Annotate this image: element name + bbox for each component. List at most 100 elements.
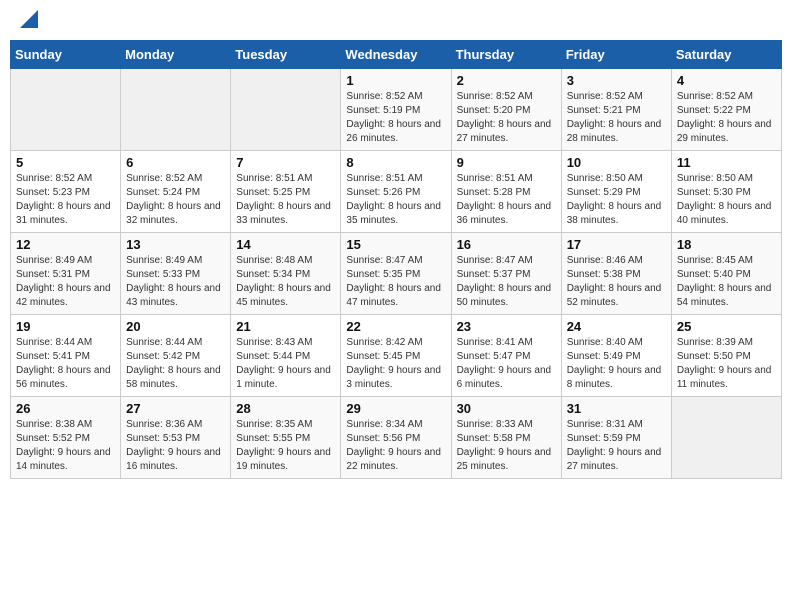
day-info: Sunrise: 8:52 AMSunset: 5:20 PMDaylight:… [457,90,556,146]
day-number: 25 [677,319,776,334]
day-info: Sunrise: 8:43 AMSunset: 5:44 PMDaylight:… [236,336,335,392]
day-info: Sunrise: 8:44 AMSunset: 5:42 PMDaylight:… [126,336,225,392]
calendar-table: SundayMondayTuesdayWednesdayThursdayFrid… [10,40,782,479]
calendar-week-row: 5 Sunrise: 8:52 AMSunset: 5:23 PMDaylight… [11,151,782,233]
day-info: Sunrise: 8:45 AMSunset: 5:40 PMDaylight:… [677,254,776,310]
header-sunday: Sunday [11,41,121,69]
day-number: 16 [457,237,556,252]
day-info: Sunrise: 8:52 AMSunset: 5:21 PMDaylight:… [567,90,666,146]
calendar-cell: 22 Sunrise: 8:42 AMSunset: 5:45 PMDayligh… [341,315,451,397]
calendar-cell: 21 Sunrise: 8:43 AMSunset: 5:44 PMDayligh… [231,315,341,397]
calendar-cell: 31Sunrise: 8:31 AMSunset: 5:59 PMDayligh… [561,397,671,479]
logo-triangle-icon [20,10,38,28]
day-number: 21 [236,319,335,334]
day-number: 1 [346,73,445,88]
day-info: Sunrise: 8:38 AMSunset: 5:52 PMDaylight:… [16,418,115,474]
calendar-cell: 19Sunrise: 8:44 AMSunset: 5:41 PMDayligh… [11,315,121,397]
calendar-cell [121,69,231,151]
day-number: 5 [16,155,115,170]
calendar-cell: 18 Sunrise: 8:45 AMSunset: 5:40 PMDayligh… [671,233,781,315]
calendar-header-row: SundayMondayTuesdayWednesdayThursdayFrid… [11,41,782,69]
day-info: Sunrise: 8:40 AMSunset: 5:49 PMDaylight:… [567,336,666,392]
calendar-cell: 6 Sunrise: 8:52 AMSunset: 5:24 PMDaylight… [121,151,231,233]
calendar-cell [231,69,341,151]
calendar-week-row: 12Sunrise: 8:49 AMSunset: 5:31 PMDayligh… [11,233,782,315]
calendar-week-row: 1 Sunrise: 8:52 AMSunset: 5:19 PMDaylight… [11,69,782,151]
calendar-cell: 12Sunrise: 8:49 AMSunset: 5:31 PMDayligh… [11,233,121,315]
calendar-cell: 14Sunrise: 8:48 AMSunset: 5:34 PMDayligh… [231,233,341,315]
calendar-cell: 4 Sunrise: 8:52 AMSunset: 5:22 PMDaylight… [671,69,781,151]
day-info: Sunrise: 8:50 AMSunset: 5:30 PMDaylight:… [677,172,776,228]
calendar-cell: 1 Sunrise: 8:52 AMSunset: 5:19 PMDaylight… [341,69,451,151]
calendar-cell: 20Sunrise: 8:44 AMSunset: 5:42 PMDayligh… [121,315,231,397]
day-number: 9 [457,155,556,170]
calendar-cell: 3 Sunrise: 8:52 AMSunset: 5:21 PMDaylight… [561,69,671,151]
calendar-cell: 7 Sunrise: 8:51 AMSunset: 5:25 PMDaylight… [231,151,341,233]
day-info: Sunrise: 8:49 AMSunset: 5:33 PMDaylight:… [126,254,225,310]
day-info: Sunrise: 8:35 AMSunset: 5:55 PMDaylight:… [236,418,335,474]
day-number: 26 [16,401,115,416]
day-number: 29 [346,401,445,416]
day-number: 17 [567,237,666,252]
day-number: 4 [677,73,776,88]
day-info: Sunrise: 8:52 AMSunset: 5:24 PMDaylight:… [126,172,225,228]
day-info: Sunrise: 8:41 AMSunset: 5:47 PMDaylight:… [457,336,556,392]
header-friday: Friday [561,41,671,69]
calendar-cell: 5 Sunrise: 8:52 AMSunset: 5:23 PMDaylight… [11,151,121,233]
header-monday: Monday [121,41,231,69]
day-number: 13 [126,237,225,252]
day-number: 3 [567,73,666,88]
day-info: Sunrise: 8:33 AMSunset: 5:58 PMDaylight:… [457,418,556,474]
calendar-cell: 27Sunrise: 8:36 AMSunset: 5:53 PMDayligh… [121,397,231,479]
calendar-cell: 29 Sunrise: 8:34 AMSunset: 5:56 PMDayligh… [341,397,451,479]
day-number: 12 [16,237,115,252]
day-info: Sunrise: 8:47 AMSunset: 5:35 PMDaylight:… [346,254,445,310]
calendar-cell: 23 Sunrise: 8:41 AMSunset: 5:47 PMDayligh… [451,315,561,397]
calendar-cell: 15Sunrise: 8:47 AMSunset: 5:35 PMDayligh… [341,233,451,315]
day-number: 22 [346,319,445,334]
day-number: 18 [677,237,776,252]
day-number: 2 [457,73,556,88]
day-info: Sunrise: 8:52 AMSunset: 5:22 PMDaylight:… [677,90,776,146]
calendar-cell: 25Sunrise: 8:39 AMSunset: 5:50 PMDayligh… [671,315,781,397]
calendar-cell: 26 Sunrise: 8:38 AMSunset: 5:52 PMDayligh… [11,397,121,479]
calendar-cell: 28 Sunrise: 8:35 AMSunset: 5:55 PMDayligh… [231,397,341,479]
day-info: Sunrise: 8:42 AMSunset: 5:45 PMDaylight:… [346,336,445,392]
calendar-cell: 16 Sunrise: 8:47 AMSunset: 5:37 PMDayligh… [451,233,561,315]
header-tuesday: Tuesday [231,41,341,69]
day-info: Sunrise: 8:48 AMSunset: 5:34 PMDaylight:… [236,254,335,310]
day-info: Sunrise: 8:50 AMSunset: 5:29 PMDaylight:… [567,172,666,228]
day-number: 24 [567,319,666,334]
calendar-week-row: 19Sunrise: 8:44 AMSunset: 5:41 PMDayligh… [11,315,782,397]
calendar-cell: 24 Sunrise: 8:40 AMSunset: 5:49 PMDayligh… [561,315,671,397]
day-number: 10 [567,155,666,170]
day-info: Sunrise: 8:44 AMSunset: 5:41 PMDaylight:… [16,336,115,392]
calendar-week-row: 26 Sunrise: 8:38 AMSunset: 5:52 PMDayligh… [11,397,782,479]
day-number: 28 [236,401,335,416]
day-number: 23 [457,319,556,334]
calendar-cell [11,69,121,151]
day-info: Sunrise: 8:47 AMSunset: 5:37 PMDaylight:… [457,254,556,310]
day-info: Sunrise: 8:52 AMSunset: 5:23 PMDaylight:… [16,172,115,228]
day-number: 6 [126,155,225,170]
day-number: 8 [346,155,445,170]
day-number: 7 [236,155,335,170]
calendar-cell: 9 Sunrise: 8:51 AMSunset: 5:28 PMDaylight… [451,151,561,233]
day-number: 30 [457,401,556,416]
day-info: Sunrise: 8:46 AMSunset: 5:38 PMDaylight:… [567,254,666,310]
logo [18,14,38,28]
day-info: Sunrise: 8:34 AMSunset: 5:56 PMDaylight:… [346,418,445,474]
calendar-cell: 17 Sunrise: 8:46 AMSunset: 5:38 PMDayligh… [561,233,671,315]
day-info: Sunrise: 8:51 AMSunset: 5:25 PMDaylight:… [236,172,335,228]
day-info: Sunrise: 8:51 AMSunset: 5:26 PMDaylight:… [346,172,445,228]
day-number: 31 [567,401,666,416]
day-info: Sunrise: 8:51 AMSunset: 5:28 PMDaylight:… [457,172,556,228]
day-info: Sunrise: 8:52 AMSunset: 5:19 PMDaylight:… [346,90,445,146]
page-header [10,10,782,32]
day-number: 11 [677,155,776,170]
calendar-cell: 8 Sunrise: 8:51 AMSunset: 5:26 PMDaylight… [341,151,451,233]
header-wednesday: Wednesday [341,41,451,69]
calendar-cell: 11 Sunrise: 8:50 AMSunset: 5:30 PMDayligh… [671,151,781,233]
calendar-cell: 10 Sunrise: 8:50 AMSunset: 5:29 PMDayligh… [561,151,671,233]
calendar-cell [671,397,781,479]
